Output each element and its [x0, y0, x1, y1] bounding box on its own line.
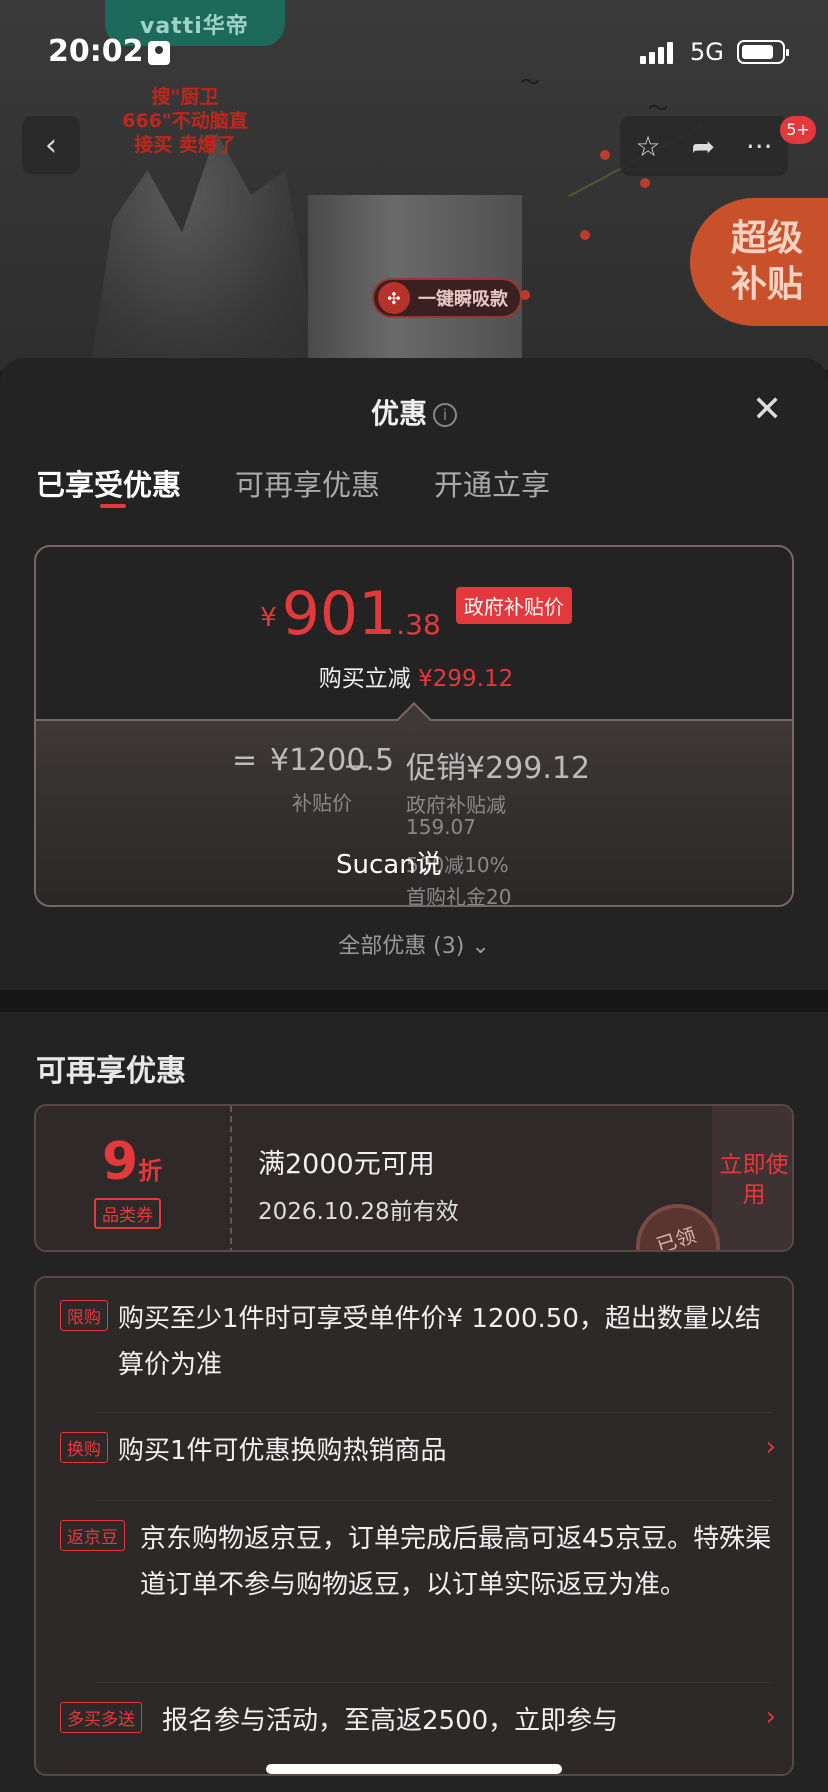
promo-total: 促销¥299.12: [406, 751, 591, 786]
message-badge: 5+: [780, 116, 816, 144]
final-price: ¥ 901.38 政府补贴价: [36, 579, 792, 649]
chevron-right-icon: ›: [765, 1702, 776, 1732]
divider: [96, 1500, 772, 1501]
base-price-label: 补贴价: [292, 791, 352, 815]
note-tag: 返京豆: [60, 1520, 125, 1551]
divider: [96, 1412, 772, 1413]
coupon-validity: 2026.10.28前有效: [258, 1199, 459, 1225]
share-icon[interactable]: ➦: [691, 130, 714, 163]
note-text: 京东购物返京豆，订单完成后最高可返45京豆。特殊渠道订单不参与购物返豆，以订单实…: [140, 1524, 772, 1600]
sheet-title-text: 优惠: [370, 397, 427, 430]
blossom: [600, 150, 610, 160]
mountain-painting: [90, 132, 320, 370]
note-text: 购买至少1件时可享受单件价¥ 1200.50，超出数量以结算价为准: [118, 1304, 761, 1380]
section-title: 可再享优惠: [36, 1054, 186, 1089]
watermark: Sucan说: [336, 850, 442, 880]
promo-item: 政府补贴减: [406, 793, 506, 817]
star-icon[interactable]: ☆: [635, 130, 660, 163]
feature-label: 一键瞬吸款: [418, 289, 508, 310]
divider: [96, 1682, 772, 1683]
more-icon[interactable]: ···: [746, 130, 773, 163]
note-tag: 多买多送: [60, 1702, 142, 1733]
fan-icon: ✣: [378, 282, 410, 314]
note-tag: 换购: [60, 1432, 108, 1463]
note-limit: 限购 购买至少1件时可享受单件价¥ 1200.50，超出数量以结算价为准: [60, 1296, 776, 1388]
coupon-discount: 9折: [102, 1132, 162, 1192]
close-button[interactable]: ✕: [752, 392, 782, 428]
promo-item: 首购礼金20: [406, 885, 512, 907]
blossom: [580, 230, 590, 240]
base-price: ¥1200.5: [270, 743, 395, 778]
note-buy-more[interactable]: 多买多送 报名参与活动，至高返2500，立即参与 ›: [60, 1698, 776, 1744]
blossom: [640, 178, 650, 188]
price-integer: 901: [281, 579, 397, 649]
offer-notes: 限购 购买至少1件时可享受单件价¥ 1200.50，超出数量以结算价为准 换购 …: [34, 1276, 794, 1776]
all-offers-label: 全部优惠 (3): [338, 934, 465, 959]
reduce-amount: ¥299.12: [418, 666, 514, 692]
clock: 20:02: [48, 34, 144, 69]
tab-more[interactable]: 可再享优惠: [235, 462, 380, 504]
coupon-condition: 满2000元可用: [258, 1149, 435, 1180]
offer-tabs: 已享受优惠 可再享优惠 开通立享: [36, 462, 550, 508]
gov-subsidy-tag: 政府补贴价: [455, 587, 572, 624]
reduce-line: 购买立减 ¥299.12: [36, 659, 792, 693]
price-decimal: .38: [396, 608, 441, 641]
chevron-right-icon: ›: [765, 1432, 776, 1462]
network-type: 5G: [690, 38, 724, 66]
tab-enjoyed[interactable]: 已享受优惠: [36, 462, 181, 508]
note-text: 报名参与活动，至高返2500，立即参与: [162, 1706, 619, 1736]
note-tag: 限购: [60, 1300, 108, 1331]
use-now-button[interactable]: 立即使用: [712, 1106, 792, 1250]
status-bar: 20:02 5G: [0, 0, 828, 100]
subsidy-label: 超级补贴: [730, 218, 803, 305]
chevron-down-icon: ⌄: [471, 934, 490, 959]
signal-icon: [640, 40, 680, 64]
minus-sign: －: [342, 751, 372, 786]
note-exchange[interactable]: 换购 购买1件可优惠换购热销商品 ›: [60, 1428, 776, 1474]
note-text: 购买1件可优惠换购热销商品: [118, 1436, 447, 1466]
feature-badge: ✣ 一键瞬吸款: [372, 278, 522, 318]
section-divider: [0, 990, 828, 1012]
home-indicator[interactable]: [266, 1764, 562, 1774]
equals-sign: =: [232, 743, 258, 778]
info-icon[interactable]: i: [433, 403, 457, 427]
discount-number: 9: [102, 1132, 139, 1192]
blossom: [520, 290, 530, 300]
currency-symbol: ¥: [260, 603, 277, 633]
contact-card-icon: [148, 41, 170, 65]
reduce-label: 购买立减: [318, 666, 411, 692]
battery-icon: [737, 40, 789, 64]
category-coupon: 9折 品类券 满2000元可用 2026.10.28前有效 立即使用 已领: [34, 1104, 794, 1252]
promo-item: 159.07: [406, 815, 476, 839]
nav-actions: ☆ ➦ ···: [620, 116, 788, 176]
chevron-left-icon: ‹: [45, 127, 57, 163]
back-button[interactable]: ‹: [22, 116, 80, 174]
coupon-category: 品类券: [94, 1198, 161, 1229]
note-jingdou: 返京豆 京东购物返京豆，订单完成后最高可返45京豆。特殊渠道订单不参与购物返豆，…: [60, 1516, 776, 1608]
tab-activate[interactable]: 开通立享: [434, 462, 550, 504]
sheet-title: 优惠 i: [0, 392, 828, 432]
discount-unit: 折: [138, 1157, 163, 1185]
all-offers-link[interactable]: 全部优惠 (3) ⌄: [0, 928, 828, 960]
